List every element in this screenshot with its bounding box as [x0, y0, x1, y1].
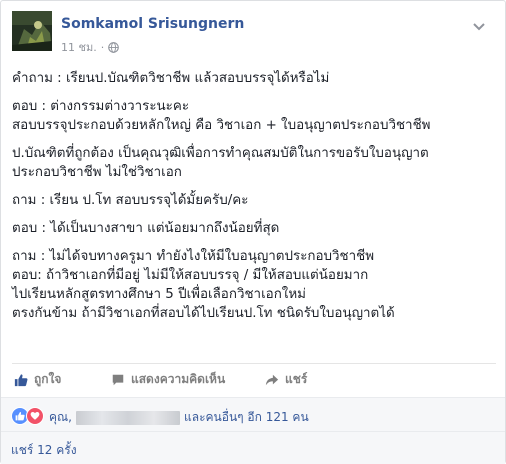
- paragraph: ถาม : ไม่ได้จบทางครูมา ทำยังไงให้มีใบอนุ…: [12, 247, 498, 323]
- post-header: Somkamol Srisungnern 11 ชม. ·: [12, 11, 492, 57]
- text-line: ตอบ : ต่างกรรมต่างวาระนะคะ: [12, 99, 190, 114]
- comment-button[interactable]: แสดงความคิดเห็น: [111, 370, 225, 389]
- like-button[interactable]: ถูกใจ: [14, 370, 61, 389]
- reaction-suffix: และคนอื่นๆ อีก 121 คน: [183, 410, 309, 424]
- post-card: Somkamol Srisungnern 11 ชม. · คำถาม : เร…: [0, 0, 506, 464]
- comment-icon: [111, 373, 125, 387]
- text-line: ถาม : ไม่ได้จบทางครูมา ทำยังไงให้มีใบอนุ…: [12, 249, 375, 264]
- text-line: ตอบ: ถ้าวิชาเอกที่มีอยู่ ไม่มีให้สอบบรรจ…: [12, 268, 369, 283]
- text-line: ตอบ : ได้เป็นบางสาขา แต่น้อยมากถึงน้อยที…: [12, 221, 280, 236]
- paragraph: ถาม : เรียน ป.โท สอบบรรจุได้มั้ยครับ/คะ: [12, 191, 498, 210]
- paragraph: ตอบ : ต่างกรรมต่างวาระนะคะ สอบบรรจุประกอ…: [12, 97, 498, 135]
- shares-bar: แชร์ 12 ครั้ง: [1, 431, 505, 464]
- action-bar: ถูกใจ แสดงความคิดเห็น แชร์: [12, 363, 496, 392]
- reactions-bar: คุณ, และคนอื่นๆ อีก 121 คน: [1, 397, 505, 432]
- share-label: แชร์: [285, 372, 308, 386]
- share-button[interactable]: แชร์: [265, 370, 307, 389]
- share-icon: [265, 373, 279, 387]
- avatar[interactable]: [12, 11, 52, 51]
- paragraph: ป.บัณฑิตที่ถูกต้อง เป็นคุณวุฒิเพื่อการทำ…: [12, 144, 498, 182]
- text-line: สอบบรรจุประกอบด้วยหลักใหญ่ คือ วิชาเอก +…: [12, 118, 431, 133]
- like-icon: [14, 373, 28, 387]
- post-body: คำถาม : เรียนป.บัณฑิตวิชาชีพ แล้วสอบบรรจ…: [12, 69, 498, 332]
- text-line: ไปเรียนหลักสูตรทางศึกษา 5 ปีเพื่อเลือกวิ…: [12, 287, 306, 302]
- reaction-summary[interactable]: คุณ, และคนอื่นๆ อีก 121 คน: [49, 408, 309, 427]
- post-meta: 11 ชม. ·: [61, 38, 120, 56]
- text-line: ป.บัณฑิตที่ถูกต้อง เป็นคุณวุฒิเพื่อการทำ…: [12, 146, 429, 161]
- chevron-down-icon[interactable]: [472, 17, 486, 31]
- text-line: ถาม : เรียน ป.โท สอบบรรจุได้มั้ยครับ/คะ: [12, 193, 249, 208]
- reaction-icons[interactable]: [11, 407, 44, 425]
- love-reaction-icon: [26, 407, 44, 425]
- redacted-names: [75, 410, 180, 425]
- paragraph: ตอบ : ได้เป็นบางสาขา แต่น้อยมากถึงน้อยที…: [12, 219, 498, 238]
- author-name[interactable]: Somkamol Srisungnern: [61, 16, 244, 32]
- paragraph: คำถาม : เรียนป.บัณฑิตวิชาชีพ แล้วสอบบรรจ…: [12, 69, 498, 88]
- text-line: ประกอบวิชาชีพ ไม่ใช่วิชาเอก: [12, 165, 182, 180]
- timestamp[interactable]: 11 ชม.: [61, 38, 97, 56]
- reaction-prefix: คุณ,: [49, 410, 72, 424]
- globe-icon: [108, 41, 120, 53]
- meta-separator: ·: [100, 40, 105, 54]
- like-label: ถูกใจ: [34, 372, 62, 386]
- text-line: คำถาม : เรียนป.บัณฑิตวิชาชีพ แล้วสอบบรรจ…: [12, 71, 330, 86]
- share-count[interactable]: แชร์ 12 ครั้ง: [11, 441, 77, 460]
- text-line: ตรงกันข้าม ถ้ามีวิชาเอกที่สอบได้ไปเรียนป…: [12, 306, 395, 321]
- comment-label: แสดงความคิดเห็น: [131, 372, 226, 386]
